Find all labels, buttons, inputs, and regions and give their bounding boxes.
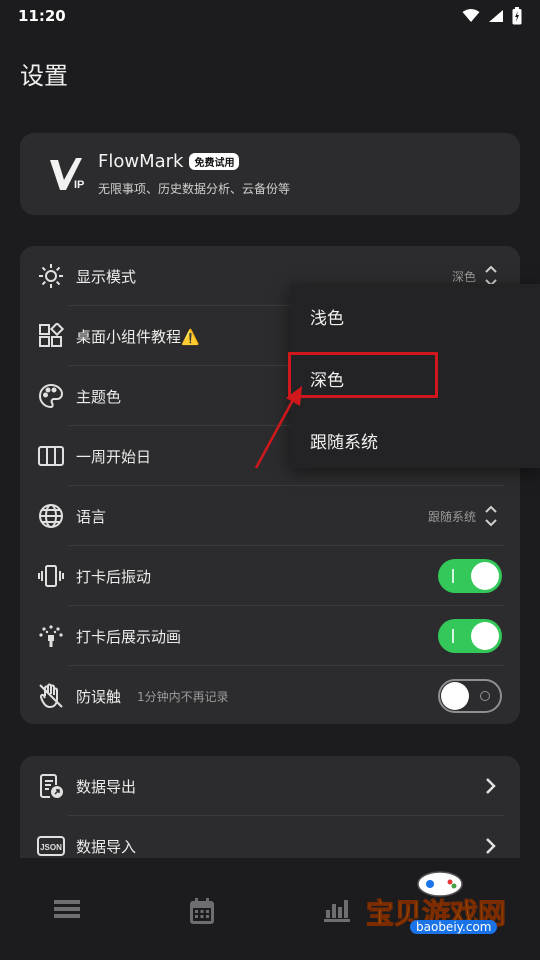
chevron-right-icon (486, 778, 496, 794)
theme-color-label: 主题色 (76, 387, 122, 406)
sun-icon (36, 261, 66, 291)
widgets-icon (36, 321, 66, 351)
celebration-icon (36, 621, 66, 651)
updown-icon (485, 505, 497, 527)
week-start-label: 一周开始日 (76, 447, 152, 466)
list-nav-icon[interactable] (54, 898, 80, 920)
export-icon (36, 771, 66, 801)
stats-nav-icon[interactable] (324, 898, 350, 922)
vibrate-toggle[interactable] (438, 559, 502, 593)
vibrate-label: 打卡后振动 (76, 567, 152, 586)
data-import-label: 数据导入 (76, 837, 137, 856)
json-icon: JSON (36, 831, 66, 861)
watermark-url: baobeiy.com (410, 920, 498, 934)
vip-logo-icon: IP (50, 158, 84, 191)
language-label: 语言 (76, 507, 107, 526)
data-export-label: 数据导出 (76, 777, 137, 796)
display-mode-value: 深色 (451, 269, 476, 284)
svg-text:IP: IP (74, 179, 84, 191)
wifi-icon (462, 9, 480, 22)
columns-icon (36, 441, 66, 471)
toggle-on-mark (452, 629, 454, 643)
setting-anti-mistouch: 防误触 1分钟内不再记录 (20, 666, 520, 726)
animation-label: 打卡后展示动画 (76, 627, 182, 646)
vibrate-icon (36, 561, 66, 591)
toggle-off-mark (480, 691, 490, 701)
vip-card[interactable]: IP FlowMark 免费试用 无限事项、历史数据分析、云备份等 (20, 133, 520, 215)
widget-tutorial-label: 桌面小组件教程⚠️ (76, 327, 200, 346)
toggle-knob (441, 682, 469, 710)
dropdown-option-light[interactable]: 浅色 (310, 304, 344, 329)
signal-icon (489, 10, 503, 22)
anti-mistouch-label: 防误触 (76, 687, 122, 706)
calendar-nav-icon[interactable] (190, 898, 214, 924)
vip-description: 无限事项、历史数据分析、云备份等 (98, 182, 291, 196)
status-icons (462, 7, 522, 25)
language-value: 跟随系统 (427, 509, 476, 524)
status-bar: 11:20 (0, 0, 540, 32)
toggle-knob (471, 562, 499, 590)
globe-icon (36, 501, 66, 531)
setting-language[interactable]: 语言 跟随系统 (20, 486, 520, 546)
dropdown-option-system[interactable]: 跟随系统 (310, 428, 378, 453)
animation-toggle[interactable] (438, 619, 502, 653)
anti-mistouch-sub: 1分钟内不再记录 (137, 689, 229, 704)
display-mode-label: 显示模式 (76, 267, 137, 286)
vip-badge: 免费试用 (189, 153, 240, 170)
status-time: 11:20 (18, 7, 66, 25)
battery-icon (512, 7, 522, 25)
highlight-box (288, 352, 438, 398)
setting-animation: 打卡后展示动画 (20, 606, 520, 666)
annotation-arrow (254, 386, 302, 469)
vip-name: FlowMark (98, 151, 184, 172)
data-export-row[interactable]: 数据导出 (20, 756, 520, 816)
setting-vibrate: 打卡后振动 (20, 546, 520, 606)
svg-text:JSON: JSON (40, 843, 62, 852)
anti-mistouch-toggle[interactable] (438, 679, 502, 713)
watermark: 宝贝游戏网 baobeiy.com (360, 862, 530, 942)
toggle-knob (471, 622, 499, 650)
chevron-right-icon (486, 838, 496, 854)
page-title: 设置 (20, 62, 68, 90)
toggle-on-mark (452, 569, 454, 583)
hand-off-icon (36, 681, 66, 711)
palette-icon (36, 381, 66, 411)
